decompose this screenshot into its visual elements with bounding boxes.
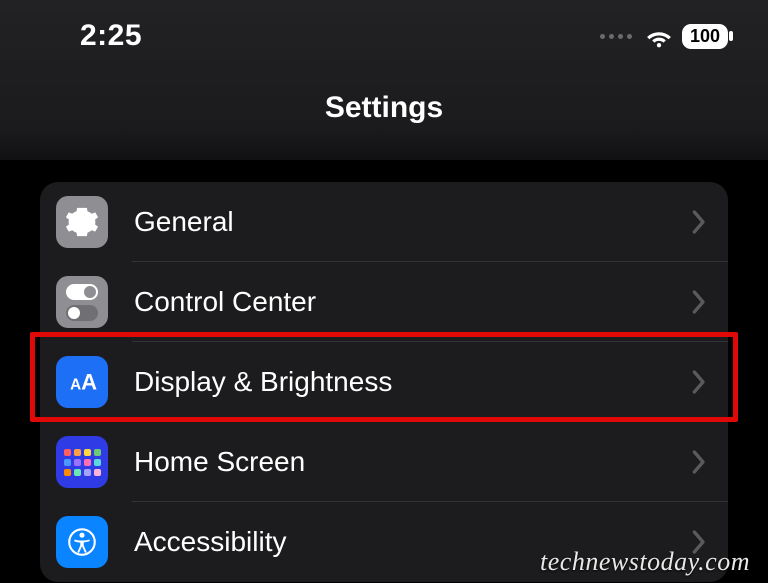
settings-item-control-center[interactable]: Control Center [40,262,728,342]
text-size-icon: AA [56,356,108,408]
settings-list: General Control Center AA Display & Brig… [40,182,728,582]
status-time: 2:25 [80,19,142,53]
chevron-right-icon [692,370,706,394]
settings-item-label: Home Screen [134,446,692,478]
chevron-right-icon [692,450,706,474]
watermark-text: technewstoday.com [540,547,750,577]
gear-icon [56,196,108,248]
header-region: 2:25 100 Settings [0,0,768,160]
settings-item-display-brightness[interactable]: AA Display & Brightness [40,342,728,422]
status-bar: 2:25 100 [20,0,748,60]
page-title: Settings [325,91,443,125]
home-grid-icon [56,436,108,488]
accessibility-icon [56,516,108,568]
svg-text:A: A [70,377,81,394]
status-right: 100 [600,23,728,49]
settings-item-label: Display & Brightness [134,366,692,398]
content-region: General Control Center AA Display & Brig… [0,160,768,582]
settings-item-home-screen[interactable]: Home Screen [40,422,728,502]
svg-text:A: A [81,370,97,395]
battery-indicator: 100 [682,24,728,49]
nav-bar: Settings [20,60,748,160]
wifi-icon [646,23,672,49]
settings-item-general[interactable]: General [40,182,728,262]
settings-item-label: Control Center [134,286,692,318]
settings-item-label: General [134,206,692,238]
toggles-icon [56,276,108,328]
cellular-dots-icon [600,34,632,39]
chevron-right-icon [692,290,706,314]
chevron-right-icon [692,210,706,234]
